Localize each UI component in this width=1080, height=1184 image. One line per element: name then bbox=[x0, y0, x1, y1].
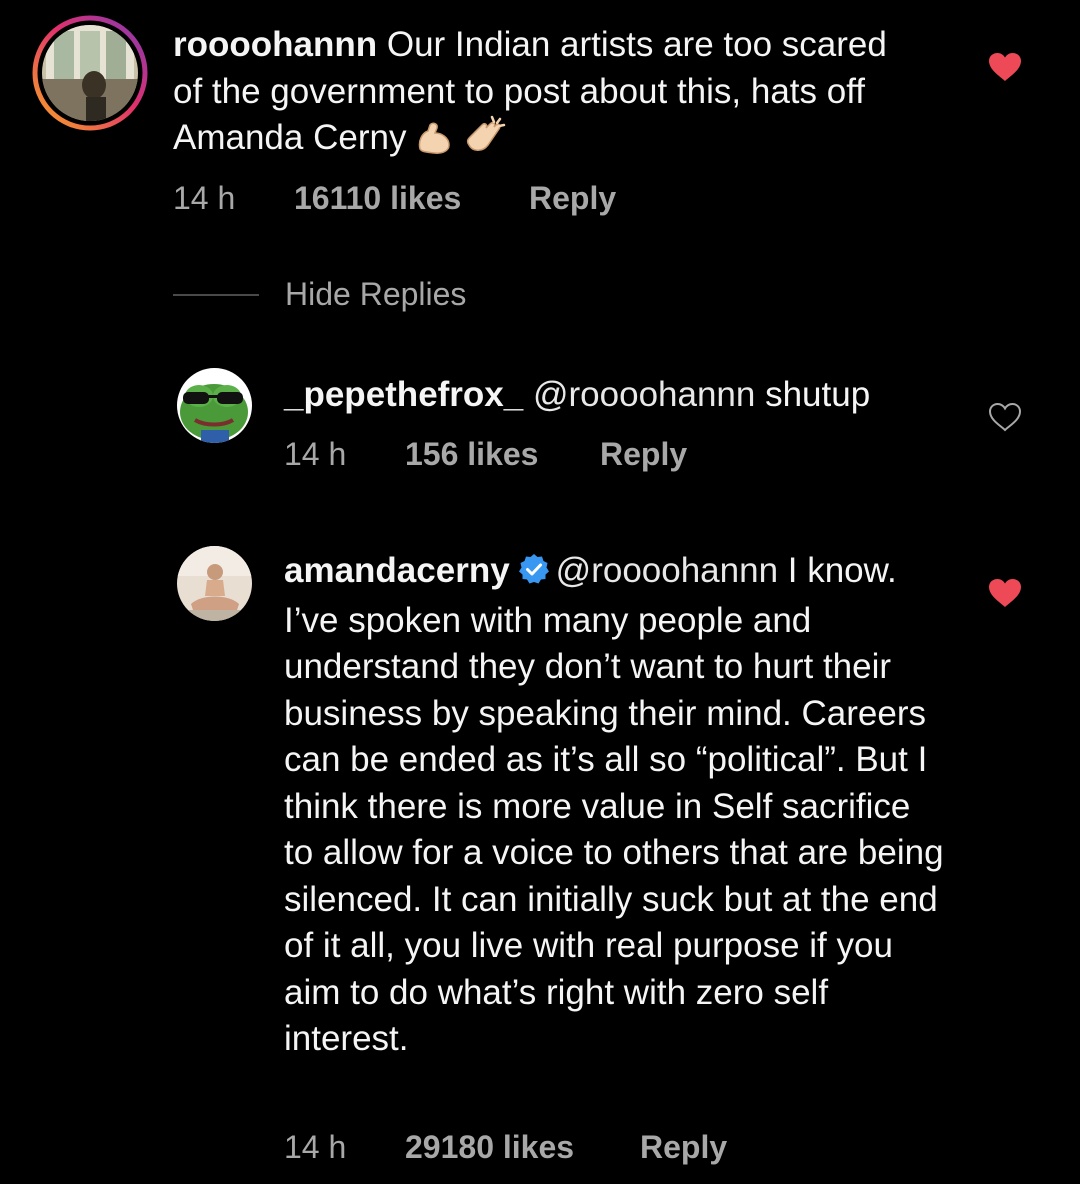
reply-button[interactable]: Reply bbox=[600, 436, 687, 473]
reply-text: shutup bbox=[755, 375, 871, 414]
reply-mention[interactable]: @roooohannn bbox=[556, 551, 778, 590]
clapping-hands-icon bbox=[462, 115, 508, 168]
reply-pepethefrox: _pepethefrox_ @roooohannn shutup 14 h 15… bbox=[0, 360, 1080, 510]
comment-body: roooohannn Our Indian artists are too sc… bbox=[173, 22, 913, 168]
reply-body: amandacerny @roooohannn I know. I’ve spok… bbox=[284, 548, 944, 1063]
comment-likes[interactable]: 16110 likes bbox=[294, 180, 461, 217]
reply-username[interactable]: _pepethefrox_ bbox=[284, 375, 523, 414]
reply-likes[interactable]: 29180 likes bbox=[405, 1129, 574, 1166]
comment-roooohannn: roooohannn Our Indian artists are too sc… bbox=[0, 0, 1080, 240]
comment-meta: 14 h 16110 likes Reply bbox=[173, 180, 873, 220]
reply-mention[interactable]: @roooohannn bbox=[533, 375, 755, 414]
hide-replies-toggle[interactable]: Hide Replies bbox=[173, 276, 573, 316]
reply-button[interactable]: Reply bbox=[640, 1129, 727, 1166]
flexed-biceps-icon bbox=[416, 121, 452, 168]
reply-time: 14 h bbox=[284, 436, 347, 472]
verified-badge-icon bbox=[518, 551, 550, 598]
reply-time: 14 h bbox=[284, 1129, 347, 1165]
reply-username[interactable]: amandacerny bbox=[284, 551, 510, 590]
heart-outline-icon[interactable] bbox=[988, 402, 1022, 437]
hide-replies-label[interactable]: Hide Replies bbox=[285, 276, 466, 313]
reply-body: _pepethefrox_ @roooohannn shutup bbox=[284, 372, 964, 419]
avatar-roooohannn[interactable] bbox=[32, 15, 148, 131]
like-heart-icon[interactable] bbox=[988, 578, 1022, 613]
reply-button[interactable]: Reply bbox=[529, 180, 616, 217]
reply-meta: 14 h 29180 likes Reply bbox=[284, 1129, 884, 1169]
reply-likes[interactable]: 156 likes bbox=[405, 436, 538, 473]
avatar-pepethefrox[interactable] bbox=[177, 368, 252, 443]
reply-text: I know. I’ve spoken with many people and… bbox=[284, 551, 944, 1058]
avatar-amandacerny[interactable] bbox=[177, 546, 252, 621]
reply-meta: 14 h 156 likes Reply bbox=[284, 436, 884, 476]
story-ring bbox=[32, 15, 148, 131]
reply-amandacerny: amandacerny @roooohannn I know. I’ve spok… bbox=[0, 540, 1080, 1180]
comment-username[interactable]: roooohannn bbox=[173, 25, 377, 64]
comment-time: 14 h bbox=[173, 180, 236, 216]
hide-replies-divider bbox=[173, 294, 259, 296]
like-heart-icon[interactable] bbox=[988, 52, 1022, 87]
